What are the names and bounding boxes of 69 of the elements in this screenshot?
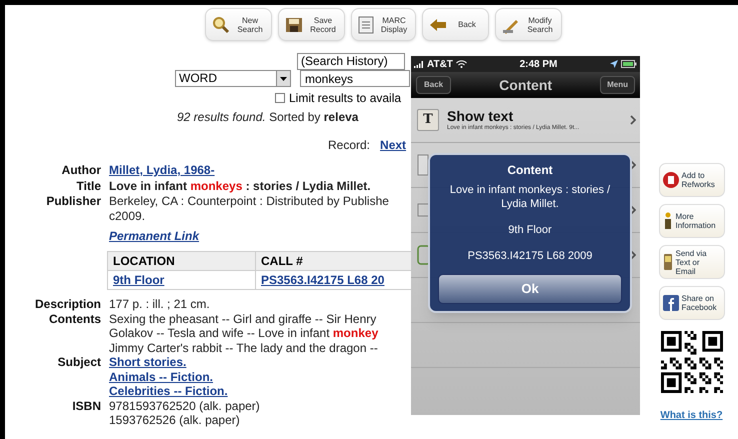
signal-icon (414, 60, 424, 68)
field-value: 177 p. : ill. ; 21 cm. (109, 297, 210, 312)
field-label: Contents (48, 312, 101, 328)
toolbar-button[interactable]: New Search (205, 8, 272, 41)
field-value: Jimmy Carter's rabbit -- The lady and the dragon -- (109, 340, 378, 355)
field-value: Sexing the pheasant -- Girl and giraffe -- Sir Henry (109, 312, 378, 326)
side-button[interactable]: More Information (658, 204, 724, 238)
letter-tile-icon: T (417, 109, 439, 131)
left-arrow-icon (429, 18, 447, 32)
info-icon (662, 212, 672, 230)
field-value: Golakov -- Tesla and wife -- Love in infant monkey (109, 326, 378, 340)
side-button[interactable]: Share on Facebook (658, 286, 724, 320)
results-summary: 92 results found. Sorted by releva (177, 109, 358, 126)
document-icon (358, 16, 374, 34)
index-dropdown[interactable]: WORD (175, 70, 291, 87)
alert-message: Love in infant monkeys : stories / Lydia Millet. (448, 183, 612, 211)
field-label: Title (76, 178, 101, 193)
limit-label: Limit results to availa (289, 90, 402, 107)
side-button[interactable]: Send via Text or Email (658, 245, 724, 279)
toolbar-button[interactable]: Modify Search (495, 8, 562, 41)
subject-link[interactable]: Celebrities -- Fiction. (109, 384, 228, 398)
alert-message: PS3563.I42175 L68 2009 (468, 249, 592, 263)
field-value: 9781593762520 (alk. paper) (109, 398, 260, 413)
qr-code-icon (660, 331, 722, 393)
menu-button[interactable]: Menu (600, 76, 635, 94)
mobile-phone-icon (662, 253, 672, 271)
field-label: Subject (56, 355, 101, 371)
chevron-icon (630, 250, 636, 260)
facebook-icon (662, 295, 678, 311)
navigation-title: Content (499, 76, 552, 94)
toolbar-button[interactable]: Back (422, 8, 489, 41)
field-value: c2009. (109, 208, 146, 223)
field-label: ISBN (71, 398, 101, 414)
chevron-icon (630, 160, 636, 170)
back-button[interactable]: Back (416, 76, 452, 94)
toolbar-button[interactable]: Save Record (278, 8, 345, 41)
magnifier-icon (212, 16, 230, 34)
alert-title: Content (507, 162, 553, 179)
field-label: Description (34, 297, 101, 312)
author-link[interactable]: Millet, Lydia, 1968- (109, 163, 215, 178)
side-button[interactable]: Add to Refworks (658, 163, 724, 197)
column-header: LOCATION (108, 252, 256, 270)
field-label: Publisher (45, 194, 101, 210)
toolbar-button[interactable]: MARC Display (351, 8, 416, 41)
next-link[interactable]: Next (380, 136, 406, 154)
chevron-icon (630, 205, 636, 215)
document-badge-icon (662, 171, 678, 189)
field-label: Author (60, 163, 101, 178)
field-value: 1593762526 (alk. paper) (109, 413, 241, 428)
permanent-link[interactable]: Permanent Link (109, 227, 200, 245)
battery-icon (621, 60, 637, 68)
history-dropdown[interactable]: (Search History) (297, 53, 405, 70)
subject-link[interactable]: Animals -- Fiction. (109, 370, 214, 384)
location-arrow-icon (610, 60, 618, 68)
document-icon (417, 154, 429, 176)
field-value: Love in infant monkeys : stories / Lydia Millet. (109, 178, 371, 193)
what-is-this-link[interactable]: What is this? (660, 408, 723, 423)
caret-icon (276, 71, 290, 86)
wifi-icon (456, 60, 467, 68)
row-title: Show text (447, 108, 514, 124)
carrier-name: AT&T (427, 58, 453, 72)
search-field[interactable]: monkeys (300, 70, 410, 87)
chevron-icon (630, 115, 636, 125)
alert-message: 9th Floor (508, 223, 552, 237)
clock: 2:48 PM (520, 58, 558, 72)
subject-link[interactable]: Short stories. (109, 355, 186, 370)
record-label: Record: (328, 137, 370, 154)
limit-checkbox[interactable] (275, 93, 285, 103)
field-value: Berkeley, CA : Counterpoint : Distributed by Publishe (109, 194, 389, 208)
